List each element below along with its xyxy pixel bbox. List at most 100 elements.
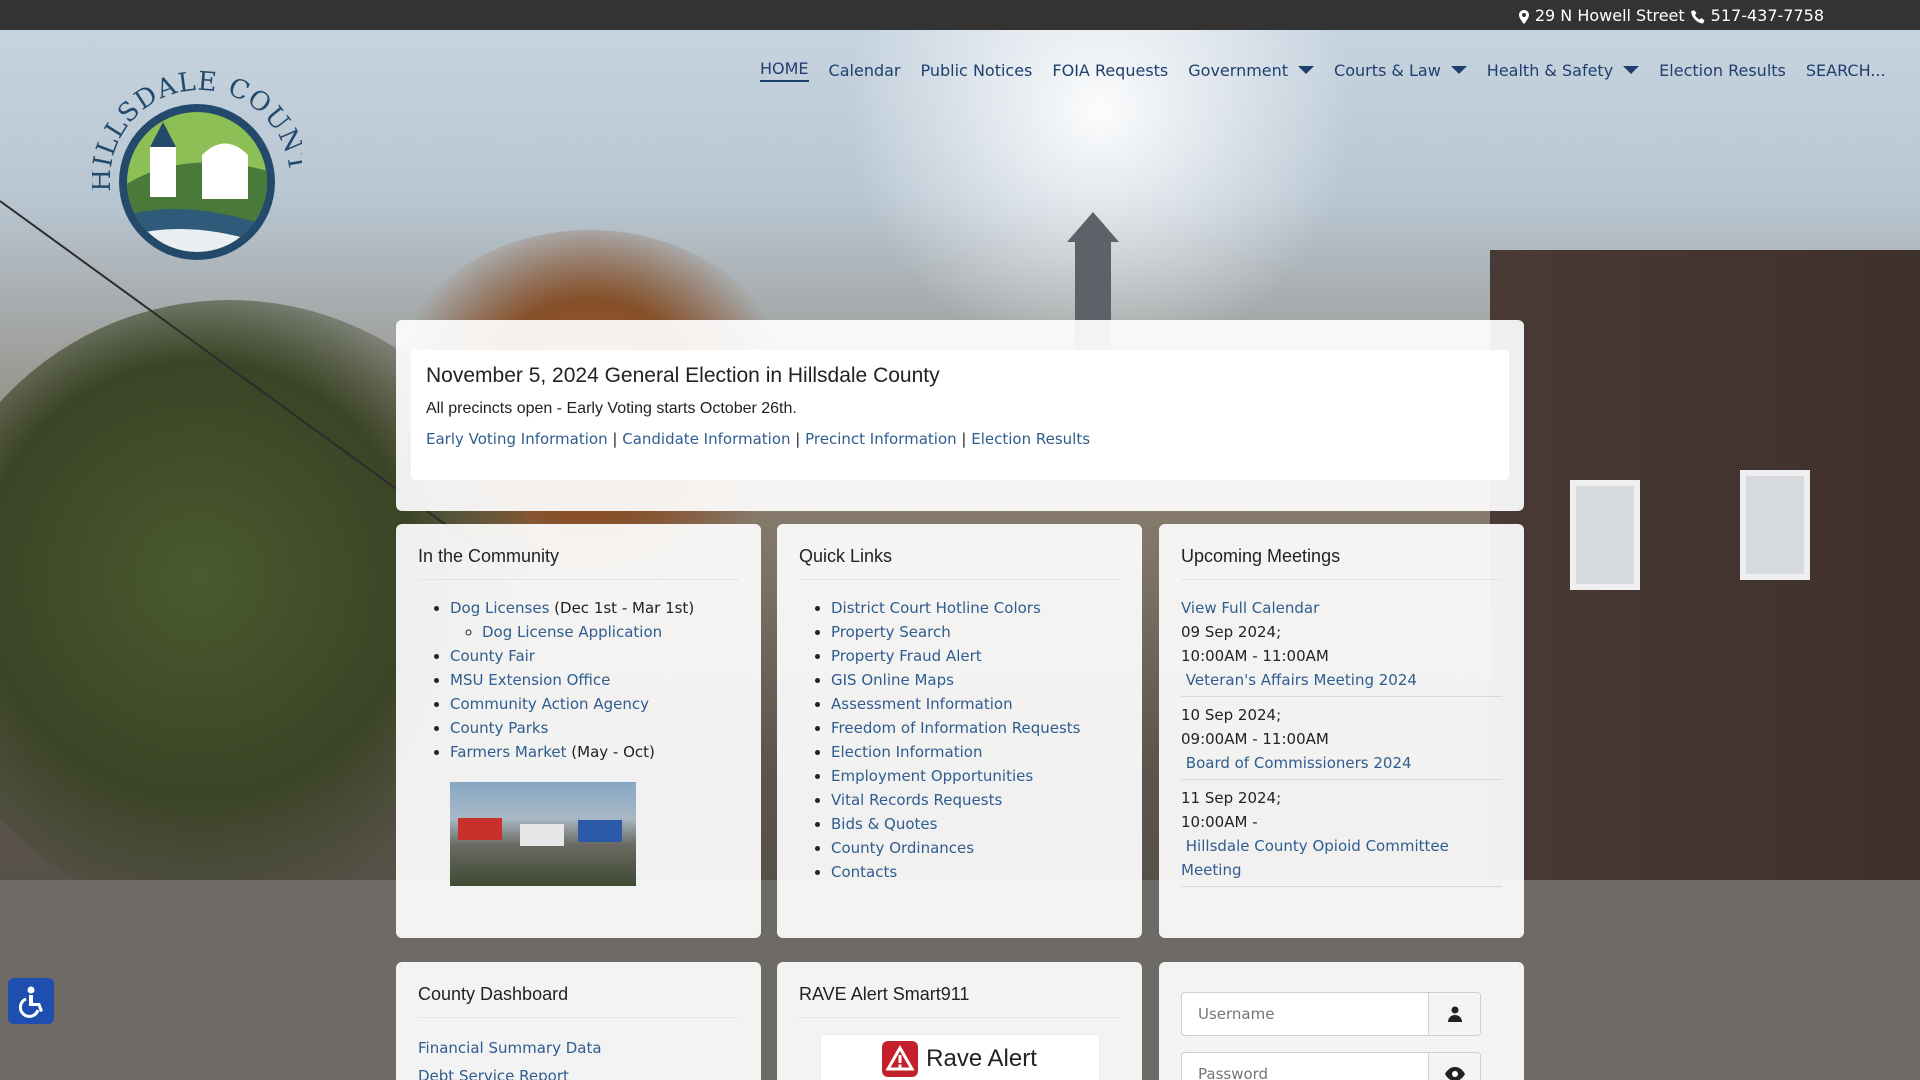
dog-licenses-link[interactable]: Dog Licenses bbox=[450, 599, 549, 617]
building-window bbox=[1740, 470, 1810, 580]
list-item: Vital Records Requests bbox=[831, 788, 1120, 812]
quick-link[interactable]: Assessment Information bbox=[831, 695, 1013, 713]
nav-foia-requests[interactable]: FOIA Requests bbox=[1052, 61, 1168, 80]
alert-subtitle: All precincts open - Early Voting starts… bbox=[426, 400, 797, 417]
nav-calendar[interactable]: Calendar bbox=[829, 61, 901, 80]
list-item: Property Fraud Alert bbox=[831, 644, 1120, 668]
list-item: Contacts bbox=[831, 860, 1120, 884]
list-item: GIS Online Maps bbox=[831, 668, 1120, 692]
phone-link[interactable]: 517-437-7758 bbox=[1711, 6, 1824, 25]
quick-link[interactable]: District Court Hotline Colors bbox=[831, 599, 1041, 617]
link-separator: | bbox=[612, 430, 618, 448]
caret-down-icon bbox=[1298, 66, 1315, 74]
list-item: Property Search bbox=[831, 620, 1120, 644]
eye-icon[interactable] bbox=[1428, 1053, 1480, 1080]
quick-links-list: District Court Hotline Colors Property S… bbox=[799, 596, 1120, 884]
login-card bbox=[1159, 962, 1524, 1080]
nav-health-safety[interactable]: Health & Safety bbox=[1487, 61, 1640, 80]
meeting-time: 09:00AM - 11:00AM bbox=[1181, 730, 1329, 748]
nav-public-notices[interactable]: Public Notices bbox=[921, 61, 1033, 80]
accessibility-button[interactable] bbox=[8, 978, 54, 1024]
list-item: Farmers Market (May - Oct) bbox=[450, 740, 739, 764]
precinct-info-link[interactable]: Precinct Information bbox=[805, 430, 957, 448]
dog-license-application-link[interactable]: Dog License Application bbox=[482, 623, 662, 641]
main-nav: HOME Calendar Public Notices FOIA Reques… bbox=[760, 56, 1886, 84]
market-tent bbox=[458, 818, 502, 840]
farmers-market-link[interactable]: Farmers Market bbox=[450, 743, 567, 761]
list-item: MSU Extension Office bbox=[450, 668, 739, 692]
early-voting-link[interactable]: Early Voting Information bbox=[426, 430, 608, 448]
nav-search[interactable]: SEARCH... bbox=[1806, 61, 1886, 80]
candidate-info-link[interactable]: Candidate Information bbox=[622, 430, 790, 448]
list-item-note: (Dec 1st - Mar 1st) bbox=[554, 599, 695, 617]
list-item: Dog Licenses (Dec 1st - Mar 1st) Dog Lic… bbox=[450, 596, 739, 644]
meeting-time: 10:00AM - 11:00AM bbox=[1181, 647, 1329, 665]
list-item: Election Information bbox=[831, 740, 1120, 764]
quick-link[interactable]: Vital Records Requests bbox=[831, 791, 1002, 809]
list-item-note: (May - Oct) bbox=[571, 743, 655, 761]
market-tent bbox=[578, 820, 622, 842]
list-item: Assessment Information bbox=[831, 692, 1120, 716]
card-title: Quick Links bbox=[799, 546, 1120, 580]
card-title: Upcoming Meetings bbox=[1181, 546, 1502, 580]
nav-government[interactable]: Government bbox=[1188, 61, 1315, 80]
address-text: 29 N Howell Street bbox=[1534, 5, 1685, 25]
quick-link[interactable]: Employment Opportunities bbox=[831, 767, 1033, 785]
county-logo[interactable]: HILLSDALE COUNTY bbox=[82, 47, 312, 270]
card-title: RAVE Alert Smart911 bbox=[799, 984, 1120, 1018]
rave-alert-card: RAVE Alert Smart911 Rave Alert bbox=[777, 962, 1142, 1080]
nav-home[interactable]: HOME bbox=[760, 59, 809, 82]
meeting-link[interactable]: Board of Commissioners 2024 bbox=[1186, 754, 1412, 772]
debt-service-link[interactable]: Debt Service Report bbox=[418, 1067, 569, 1080]
county-fair-link[interactable]: County Fair bbox=[450, 647, 535, 665]
wheelchair-icon bbox=[18, 986, 43, 1018]
meeting-date: 09 Sep 2024; bbox=[1181, 623, 1282, 641]
county-seal-icon: HILLSDALE COUNTY bbox=[82, 47, 312, 260]
nav-courts-law[interactable]: Courts & Law bbox=[1334, 61, 1467, 80]
username-input[interactable] bbox=[1182, 993, 1428, 1035]
password-field-group bbox=[1181, 1052, 1481, 1080]
quick-link[interactable]: County Ordinances bbox=[831, 839, 974, 857]
meeting-link[interactable]: Hillsdale County Opioid Committee Meetin… bbox=[1181, 837, 1449, 879]
msu-extension-link[interactable]: MSU Extension Office bbox=[450, 671, 610, 689]
list-item: County Parks bbox=[450, 716, 739, 740]
meeting-date: 11 Sep 2024; bbox=[1181, 789, 1282, 807]
meeting-item: 10 Sep 2024; 09:00AM - 11:00AM Board of … bbox=[1181, 703, 1502, 780]
meeting-item: 09 Sep 2024; 10:00AM - 11:00AM Veteran's… bbox=[1181, 620, 1502, 697]
quick-link[interactable]: Property Fraud Alert bbox=[831, 647, 982, 665]
farmers-market-photo[interactable] bbox=[450, 782, 636, 886]
link-separator: | bbox=[961, 430, 967, 448]
quick-link[interactable]: Contacts bbox=[831, 863, 897, 881]
meetings-list: View Full Calendar 09 Sep 2024; 10:00AM … bbox=[1181, 596, 1502, 887]
rave-logo-text: Rave Alert bbox=[926, 1045, 1037, 1072]
rave-alert-logo[interactable]: Rave Alert bbox=[819, 1034, 1100, 1080]
quick-link[interactable]: Freedom of Information Requests bbox=[831, 719, 1080, 737]
alert-links: Early Voting Information | Candidate Inf… bbox=[426, 430, 1494, 448]
list-item: Bids & Quotes bbox=[831, 812, 1120, 836]
nav-election-results[interactable]: Election Results bbox=[1659, 61, 1786, 80]
meeting-date: 10 Sep 2024; bbox=[1181, 706, 1282, 724]
dashboard-links: Financial Summary Data Debt Service Repo… bbox=[418, 1034, 739, 1080]
election-results-link[interactable]: Election Results bbox=[971, 430, 1090, 448]
top-contact-bar: 29 N Howell Street 517-437-7758 bbox=[0, 0, 1920, 30]
quick-link[interactable]: GIS Online Maps bbox=[831, 671, 954, 689]
market-tent bbox=[520, 824, 564, 846]
view-calendar-link[interactable]: View Full Calendar bbox=[1181, 599, 1319, 617]
password-input[interactable] bbox=[1182, 1053, 1428, 1080]
community-action-link[interactable]: Community Action Agency bbox=[450, 695, 649, 713]
meeting-link[interactable]: Veteran's Affairs Meeting 2024 bbox=[1186, 671, 1417, 689]
community-list: Dog Licenses (Dec 1st - Mar 1st) Dog Lic… bbox=[418, 596, 739, 764]
warning-icon bbox=[882, 1041, 919, 1077]
meeting-item: 11 Sep 2024; 10:00AM - Hillsdale County … bbox=[1181, 786, 1502, 887]
quick-link[interactable]: Property Search bbox=[831, 623, 951, 641]
caret-down-icon bbox=[1623, 66, 1640, 74]
card-title: In the Community bbox=[418, 546, 739, 580]
county-parks-link[interactable]: County Parks bbox=[450, 719, 548, 737]
phone-icon bbox=[1690, 10, 1705, 24]
meetings-card: Upcoming Meetings View Full Calendar 09 … bbox=[1159, 524, 1524, 938]
caret-down-icon bbox=[1450, 66, 1467, 74]
quick-link[interactable]: Election Information bbox=[831, 743, 982, 761]
quick-link[interactable]: Bids & Quotes bbox=[831, 815, 937, 833]
list-item: Community Action Agency bbox=[450, 692, 739, 716]
financial-summary-link[interactable]: Financial Summary Data bbox=[418, 1039, 602, 1057]
